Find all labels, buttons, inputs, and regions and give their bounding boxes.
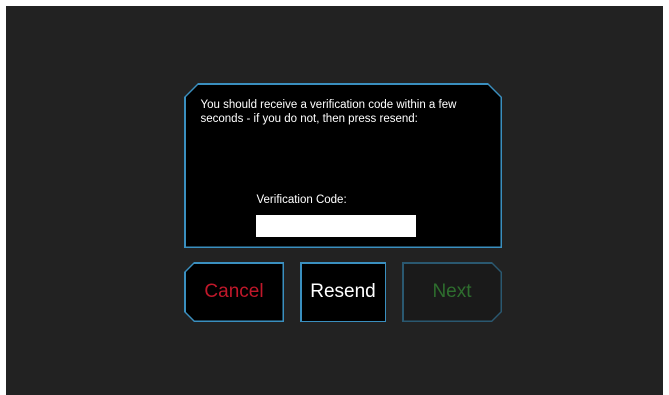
instruction-text: You should receive a verification code w…: [200, 98, 457, 125]
verification-code-label: Verification Code:: [256, 193, 347, 206]
verification-dialog: You should receive a verification code w…: [184, 83, 502, 248]
resend-button-label: Resend: [310, 281, 376, 302]
cancel-button-label: Cancel: [204, 281, 264, 302]
resend-button[interactable]: Resend: [300, 262, 386, 322]
next-button-label: Next: [432, 281, 472, 302]
verification-code-input[interactable]: [256, 215, 416, 237]
next-button[interactable]: Next: [402, 262, 502, 322]
cancel-button[interactable]: Cancel: [184, 262, 284, 322]
verification-screen: You should receive a verification code w…: [6, 6, 663, 395]
